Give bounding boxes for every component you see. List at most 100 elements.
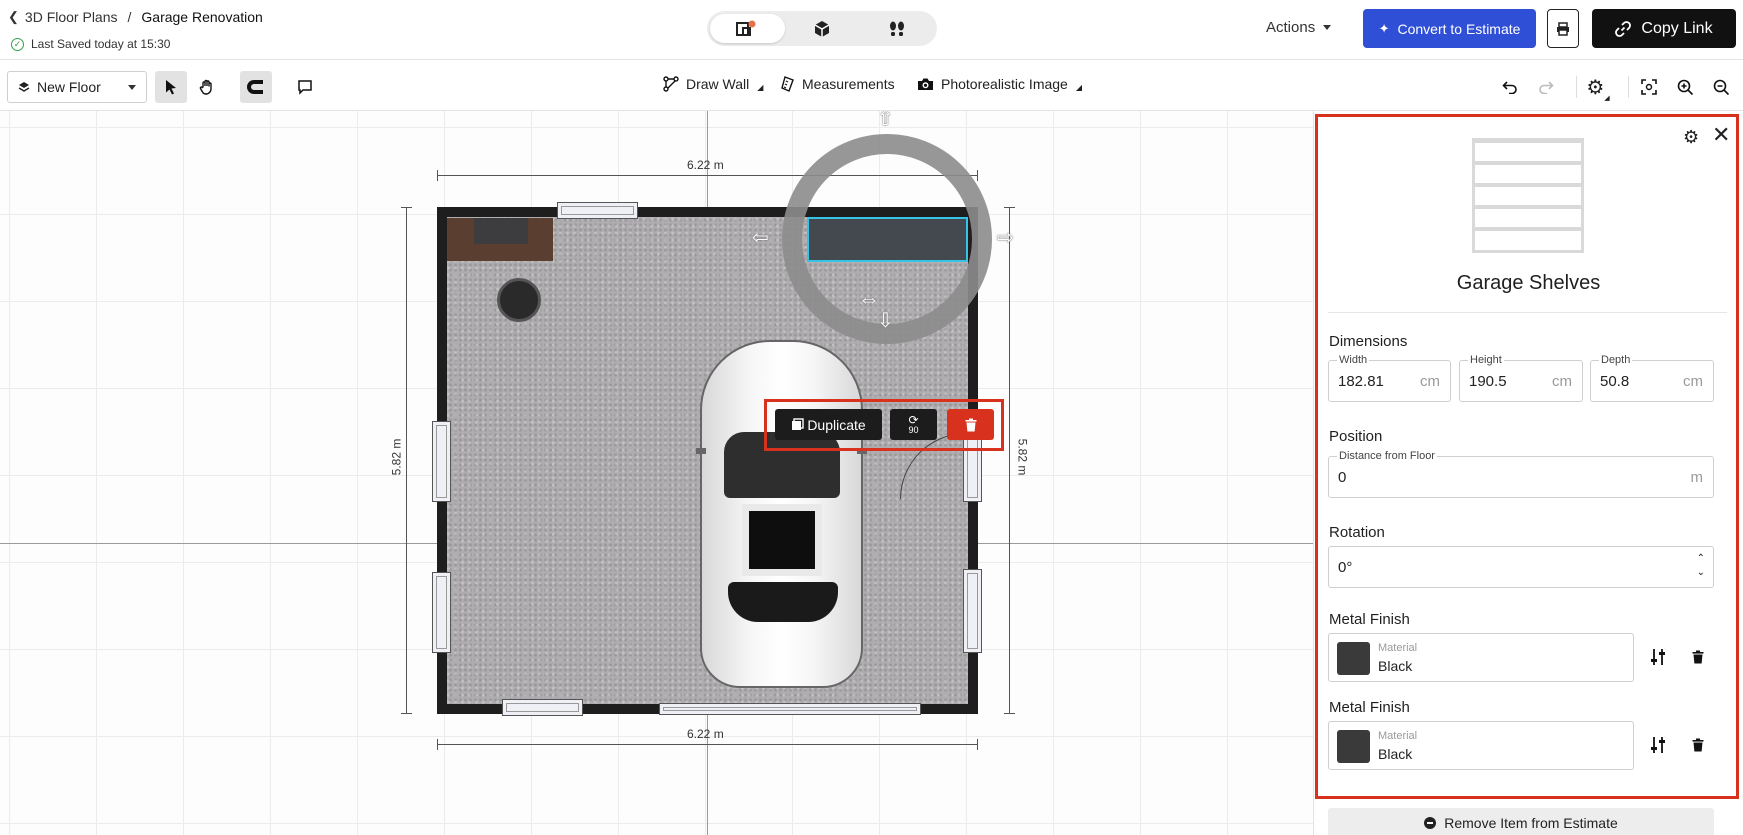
width-field[interactable]: Width 182.81 cm	[1328, 354, 1451, 402]
remove-from-estimate-button[interactable]: Remove Item from Estimate	[1328, 808, 1714, 835]
finish-heading-2: Metal Finish	[1329, 699, 1410, 716]
adjust-material-button-1[interactable]	[1646, 645, 1670, 669]
distance-from-floor-field[interactable]: Distance from Floor 0 m	[1328, 450, 1714, 498]
resize-left-arrow-icon[interactable]: ⇦	[752, 228, 769, 248]
depth-field[interactable]: Depth 50.8 cm	[1590, 354, 1714, 402]
close-panel-button[interactable]: ✕	[1712, 124, 1730, 146]
dimension-line-right	[1004, 207, 1015, 714]
move-down-arrow-icon[interactable]: ⇩	[877, 311, 894, 331]
adjust-material-button-2[interactable]	[1646, 733, 1670, 757]
rotate-90-button[interactable]: ⟳ 90	[890, 409, 937, 440]
delete-button[interactable]	[947, 409, 994, 440]
material-label: Material	[1378, 642, 1418, 654]
chevron-left-icon[interactable]: ❮	[8, 9, 19, 25]
car-rear-window	[728, 582, 838, 622]
dimensions-heading: Dimensions	[1329, 333, 1408, 350]
depth-value: 50.8	[1600, 373, 1630, 390]
print-button[interactable]	[1547, 9, 1579, 48]
material-selector-2[interactable]: Material Black	[1328, 721, 1634, 770]
window-top[interactable]	[557, 202, 638, 219]
delete-material-button-1[interactable]	[1686, 645, 1710, 669]
dimension-label-right: 5.82 m	[1015, 438, 1030, 476]
shelf-rack	[1475, 161, 1581, 165]
cursor-arrow-icon	[166, 80, 176, 95]
floor-select[interactable]: New Floor	[7, 71, 147, 103]
copy-link-button[interactable]: Copy Link	[1592, 9, 1736, 48]
resize-right-arrow-icon[interactable]: ⇨	[997, 228, 1014, 248]
actions-menu[interactable]: Actions	[1266, 19, 1332, 36]
delete-material-button-2[interactable]	[1686, 733, 1710, 757]
undo-button[interactable]	[1495, 72, 1525, 102]
rotation-field[interactable]: 0° ⌃ ⌄	[1328, 546, 1714, 588]
move-up-arrow-icon[interactable]: ⇧	[877, 111, 894, 129]
rotate-horizontal-arrows-icon[interactable]: ⇔	[858, 288, 880, 310]
height-field[interactable]: Height 190.5 cm	[1459, 354, 1583, 402]
height-unit: cm	[1552, 373, 1572, 390]
draw-wall-tool[interactable]: Draw Wall ◢	[663, 76, 763, 92]
distance-value: 0	[1338, 469, 1347, 486]
submenu-corner-icon: ◢	[757, 83, 764, 92]
garage-door[interactable]	[659, 703, 921, 715]
window-bottom-left[interactable]	[502, 699, 583, 716]
select-tool-button[interactable]	[155, 71, 187, 103]
window-right-lower[interactable]	[963, 569, 982, 653]
draw-wall-icon	[663, 76, 679, 92]
duplicate-button[interactable]: Duplicate	[775, 409, 882, 440]
magnet-icon	[247, 80, 263, 94]
draw-wall-label: Draw Wall	[686, 76, 750, 92]
comment-tool-button[interactable]	[289, 71, 321, 103]
view-2d-button[interactable]	[710, 14, 785, 43]
cube-icon	[814, 20, 830, 37]
trash-icon	[1692, 650, 1704, 664]
layers-icon	[18, 82, 30, 92]
pan-tool-button[interactable]	[191, 71, 223, 103]
shelf-rack	[1475, 227, 1581, 231]
chevron-up-icon[interactable]: ⌃	[1697, 553, 1705, 564]
breadcrumb-parent-link[interactable]: 3D Floor Plans	[25, 9, 118, 25]
trash-bin-object[interactable]	[497, 278, 541, 322]
distance-unit: m	[1690, 469, 1704, 486]
floor-plan-icon	[736, 20, 756, 36]
gear-icon: ⚙	[1683, 127, 1700, 147]
submenu-corner-icon: ◢	[1075, 83, 1082, 92]
redo-icon	[1539, 81, 1554, 94]
window-left-lower[interactable]	[432, 572, 451, 653]
remove-label: Remove Item from Estimate	[1444, 815, 1618, 831]
window-left-upper[interactable]	[432, 421, 451, 502]
camera-icon	[918, 78, 933, 90]
convert-to-estimate-button[interactable]: ✦ Convert to Estimate	[1363, 9, 1536, 48]
sliders-icon	[1651, 737, 1665, 753]
redo-button[interactable]	[1531, 72, 1561, 102]
selected-garage-shelves[interactable]	[807, 217, 968, 262]
rotation-value: 0°	[1338, 559, 1353, 576]
zoom-in-icon	[1677, 79, 1693, 95]
convert-label: Convert to Estimate	[1397, 20, 1521, 37]
sparkle-icon: ✦	[1378, 20, 1390, 36]
material-value: Black	[1378, 658, 1413, 674]
measurements-tool[interactable]: Measurements	[781, 76, 895, 92]
footsteps-icon	[889, 21, 904, 36]
car-object[interactable]	[696, 340, 867, 688]
photorealistic-image-tool[interactable]: Photorealistic Image ◢	[917, 76, 1082, 92]
view-walkthrough-button[interactable]	[859, 14, 934, 43]
zoom-in-button[interactable]	[1670, 72, 1700, 102]
gear-icon: ⚙	[1586, 76, 1605, 99]
breadcrumb-separator: /	[127, 9, 132, 25]
fit-screen-icon	[1641, 79, 1657, 95]
fit-to-screen-button[interactable]	[1634, 72, 1664, 102]
panel-settings-button[interactable]: ⚙	[1683, 127, 1699, 148]
settings-menu-button[interactable]: ⚙ ◢	[1583, 72, 1613, 103]
material-selector-1[interactable]: Material Black	[1328, 633, 1634, 682]
measurements-label: Measurements	[802, 76, 895, 92]
view-3d-button[interactable]	[785, 14, 860, 43]
chevron-down-icon[interactable]: ⌄	[1697, 567, 1705, 578]
toolbar: New Floor Draw Wall ◢ Measurements Photo…	[0, 60, 1743, 111]
floor-plan-canvas[interactable]: 6.22 m 6.22 m 5.82 m 5.82 m ⇧ ⇦ ⇨ ⇩ ⇔ Du…	[0, 111, 1313, 835]
copy-link-label: Copy Link	[1641, 19, 1713, 37]
rotation-stepper[interactable]: ⌃ ⌄	[1697, 552, 1705, 580]
breadcrumb: ❮ 3D Floor Plans / Garage Renovation	[8, 9, 263, 25]
minus-circle-icon	[1424, 817, 1437, 829]
zoom-out-button[interactable]	[1706, 72, 1736, 102]
snap-toggle-button[interactable]	[240, 71, 272, 103]
material-value: Black	[1378, 746, 1413, 762]
